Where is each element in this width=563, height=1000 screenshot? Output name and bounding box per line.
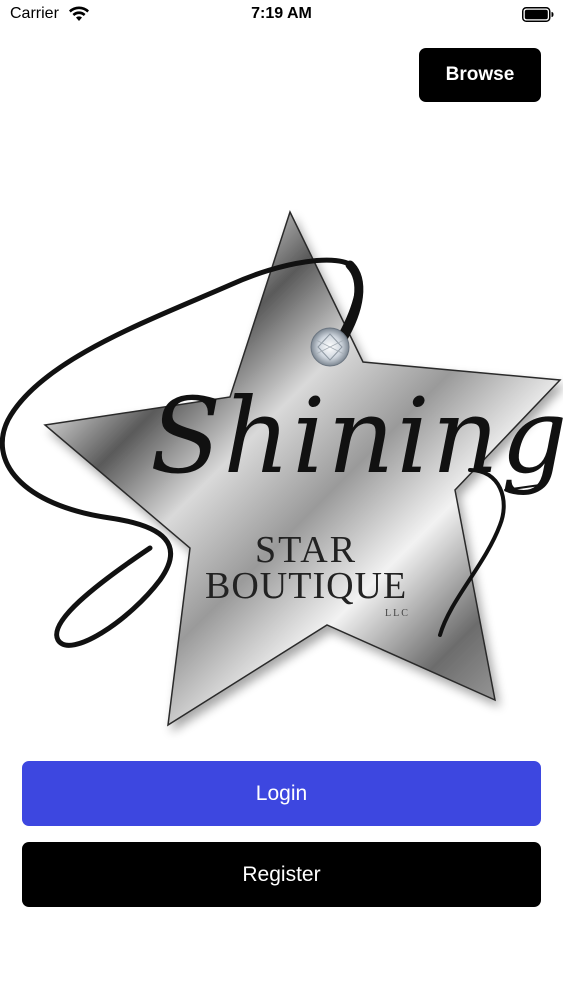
diamond-icon (310, 327, 350, 367)
register-button[interactable]: Register (22, 842, 541, 907)
logo-word-boutique: BOUTIQUE (205, 565, 408, 607)
battery-icon (522, 7, 554, 22)
login-button[interactable]: Login (22, 761, 541, 826)
logo-word-llc: LLC (385, 608, 410, 619)
status-bar: Carrier 7:19 AM (0, 0, 563, 30)
logo-word-shining: Shining (150, 375, 563, 497)
clock: 7:19 AM (251, 5, 312, 22)
browse-button[interactable]: Browse (419, 48, 541, 102)
